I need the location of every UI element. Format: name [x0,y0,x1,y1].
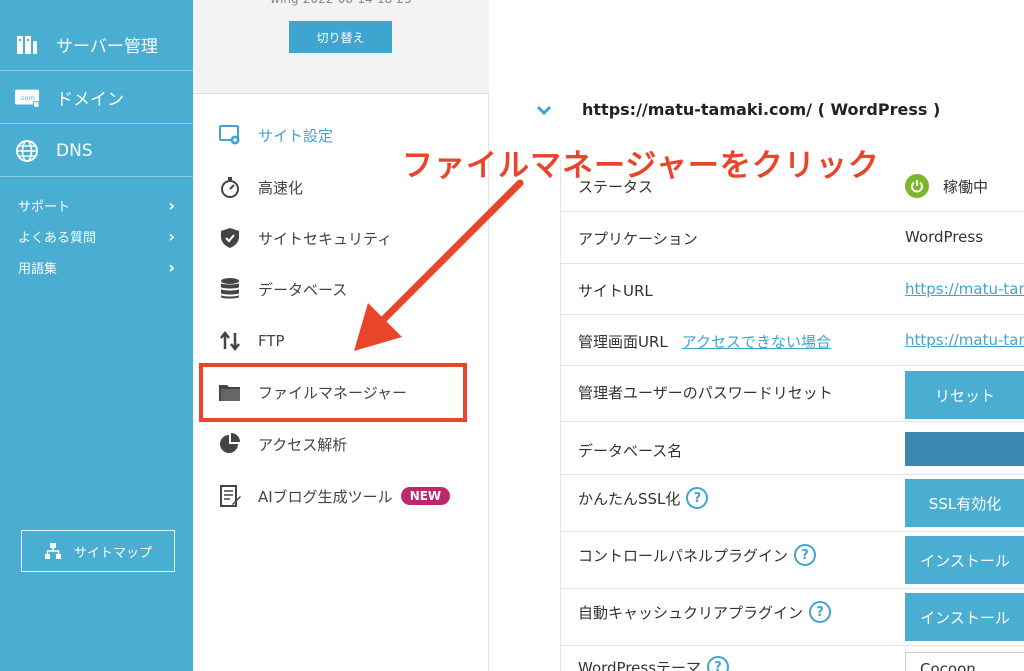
new-badge: NEW [400,487,451,505]
ssl-label-group: かんたんSSL化 ? [578,487,709,509]
sidebar-sub-label: サポート [18,199,71,215]
menu-item-site-settings[interactable]: サイト設定 [218,120,333,150]
sidebar-item-label: ドメイン [56,90,124,110]
chevron-right-icon: › [168,226,175,246]
access-help-link[interactable]: アクセスできない場合 [682,331,831,352]
shield-icon [218,226,242,250]
menu-item-analytics[interactable]: アクセス解析 [218,429,347,459]
sitemap-label: サイトマップ [73,545,152,561]
row-theme: WordPressテーマ ? Cocoon [561,646,1024,671]
svg-text:.com: .com [19,93,35,101]
ssl-label: かんたんSSL化 [578,489,681,508]
settings-icon [218,123,242,147]
domain-icon: .com [14,85,40,111]
annotation-arrow [354,179,524,351]
sidebar-sub-label: 用語集 [18,261,58,277]
row-admin-url: 管理画面URL アクセスできない場合 https://matu-tam [561,315,1024,366]
menu-label: サイト設定 [258,126,334,145]
sidebar-sub-label: よくある質問 [18,230,97,246]
row-database-name: データベース名 [561,422,1024,475]
menu-item-database[interactable]: データベース [218,274,347,304]
row-control-panel-plugin: コントロールパネルプラグイン ? インストール [561,532,1024,589]
menu-label: 高速化 [258,178,304,197]
sidebar-item-dns[interactable]: DNS [0,125,193,177]
document-edit-icon [218,484,242,508]
transfer-icon [218,329,242,353]
power-icon [905,174,929,198]
row-password-reset: 管理者ユーザーのパスワードリセット リセット [561,366,1024,422]
database-name-label: データベース名 [578,442,683,460]
sidebar-item-label: サーバー管理 [56,37,158,57]
chevron-right-icon: › [168,195,175,215]
theme-label-group: WordPressテーマ ? [578,656,730,671]
cp-plugin-label: コントロールパネルプラグイン [578,546,789,565]
help-icon[interactable]: ? [794,544,817,566]
sitemap-icon [44,543,61,559]
cache-plugin-label: 自動キャッシュクリアプラグイン [578,603,804,622]
main-sidebar: サーバー管理 .com ドメイン DNS サポート › よくある質問 › 用語集… [0,0,193,671]
admin-url-label-group: 管理画面URL アクセスできない場合 [578,331,831,352]
switch-button[interactable]: 切り替え [289,21,392,53]
row-site-url: サイトURL https://matu-tam [561,264,1024,315]
sidebar-item-faq[interactable]: よくある質問 › [0,221,193,251]
database-name-bar [905,432,1024,466]
reset-button[interactable]: リセット [905,371,1024,419]
row-ssl: かんたんSSL化 ? SSL有効化 [561,475,1024,532]
admin-url-label: 管理画面URL [578,333,668,351]
site-url-link[interactable]: https://matu-tam [905,280,1024,298]
theme-label: WordPressテーマ [578,658,702,671]
status-text: 稼働中 [943,177,989,196]
sidebar-item-label: DNS [56,140,93,161]
password-reset-label: 管理者ユーザーのパスワードリセット [578,384,833,402]
site-url-title: https://matu-tamaki.com/ ( WordPress ) [582,99,941,119]
site-info-table: ステータス 稼働中 アプリケーション WordPress サイトURL http… [560,160,1024,671]
cp-label-group: コントロールパネルプラグイン ? [578,544,817,566]
admin-url-link[interactable]: https://matu-tam [905,331,1024,349]
help-icon[interactable]: ? [686,487,709,509]
globe-icon [14,138,40,164]
help-icon[interactable]: ? [809,601,832,623]
sidebar-item-server[interactable]: サーバー管理 [0,19,193,71]
sidebar-item-support[interactable]: サポート › [0,190,193,220]
row-application: アプリケーション WordPress [561,212,1024,264]
pie-chart-icon [218,432,242,456]
chevron-right-icon: › [168,257,175,277]
theme-value: Cocoon [920,660,976,671]
sidebar-item-glossary[interactable]: 用語集 › [0,252,193,282]
row-cache-plugin: 自動キャッシュクリアプラグイン ? インストール [561,589,1024,646]
sidebar-item-domain[interactable]: .com ドメイン [0,72,193,124]
application-value: WordPress [905,228,984,246]
server-id-text: wing-2022-08-14-18-25 [193,0,489,6]
menu-label: データベース [258,280,348,299]
highlight-box [199,363,467,422]
menu-item-ai-blog[interactable]: AIブログ生成ツール NEW [218,481,451,511]
site-header[interactable]: https://matu-tamaki.com/ ( WordPress ) [536,96,940,122]
menu-label: AIブログ生成ツール [258,487,393,506]
status-value: 稼働中 [905,174,988,198]
help-icon[interactable]: ? [707,656,730,671]
server-icon [14,32,40,58]
cache-label-group: 自動キャッシュクリアプラグイン ? [578,601,832,623]
stopwatch-icon [218,175,242,199]
ssl-enable-button[interactable]: SSL有効化 [905,479,1024,527]
database-icon [218,277,242,301]
cp-install-button[interactable]: インストール [905,536,1024,584]
sitemap-button[interactable]: サイトマップ [21,530,175,572]
cache-install-button[interactable]: インストール [905,593,1024,641]
site-url-label: サイトURL [578,282,653,300]
menu-item-speedup[interactable]: 高速化 [218,172,303,202]
chevron-down-icon [536,100,554,119]
menu-label: FTP [258,332,285,350]
menu-label: アクセス解析 [258,435,348,454]
application-label: アプリケーション [578,230,698,248]
menu-item-ftp[interactable]: FTP [218,326,285,356]
server-info-area: wing-2022-08-14-18-25 切り替え [193,0,489,94]
theme-select[interactable]: Cocoon [905,652,1024,671]
